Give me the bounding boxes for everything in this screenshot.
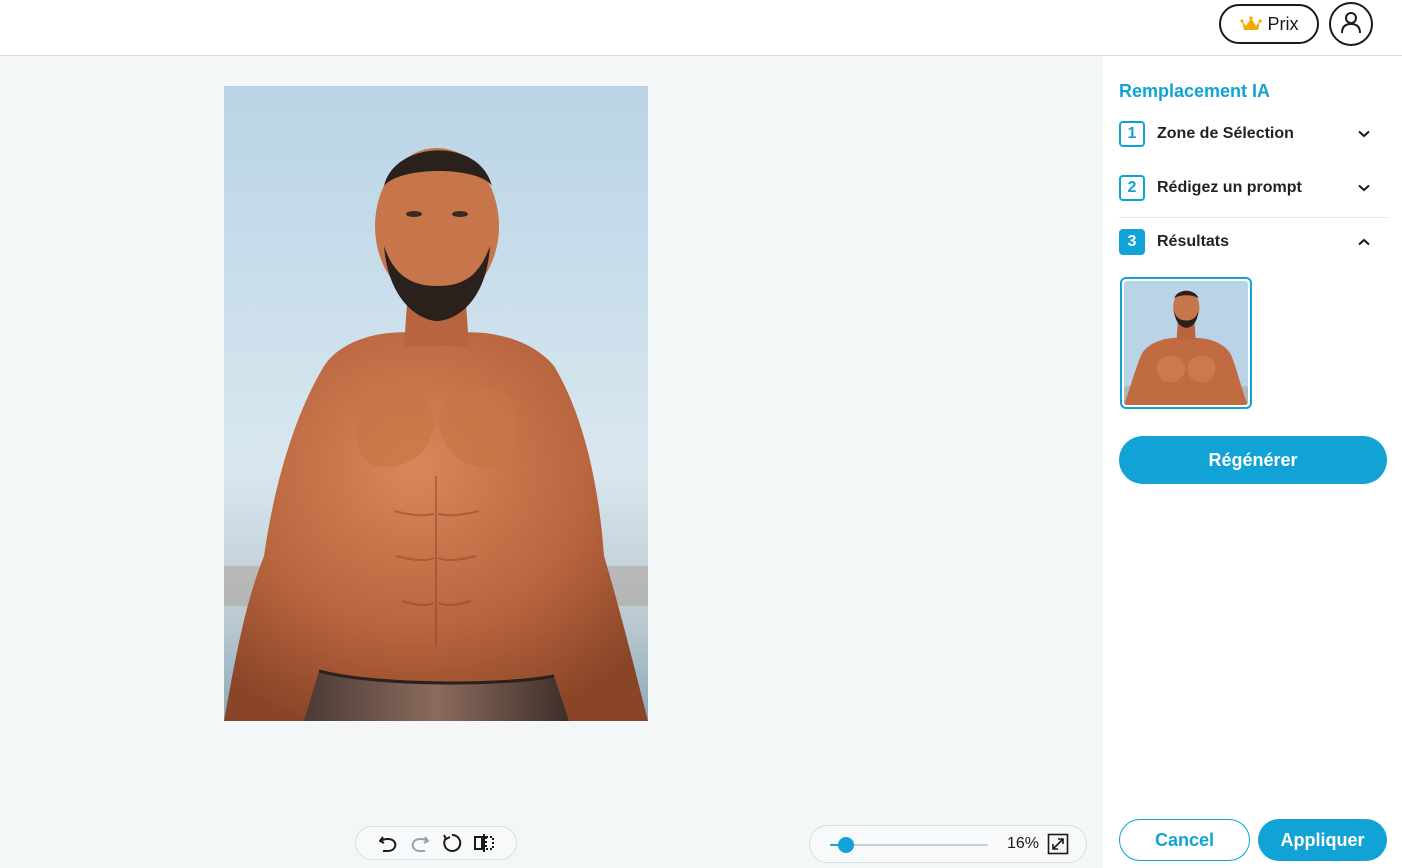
edit-toolbar <box>355 826 517 860</box>
account-button[interactable] <box>1329 2 1373 46</box>
pricing-button[interactable]: Prix <box>1219 4 1319 44</box>
crown-icon <box>1239 16 1262 32</box>
step-label: Résultats <box>1157 233 1230 250</box>
pricing-label: Prix <box>1267 13 1299 34</box>
undo-icon[interactable] <box>377 832 399 854</box>
step-number: 1 <box>1119 121 1145 147</box>
apply-button[interactable]: Appliquer <box>1258 819 1387 861</box>
flip-horizontal-icon[interactable] <box>473 832 495 854</box>
zoom-value: 16% <box>1007 835 1040 852</box>
chevron-down-icon <box>1357 127 1371 141</box>
editor-canvas[interactable]: 16% <box>0 56 1103 868</box>
panel-title: Remplacement IA <box>1119 81 1271 101</box>
redo-icon[interactable] <box>409 832 431 854</box>
user-icon <box>1338 9 1364 40</box>
zoom-control: 16% <box>809 825 1087 863</box>
result-thumbnail[interactable] <box>1120 277 1252 409</box>
zoom-slider-track[interactable] <box>830 837 988 853</box>
step-selection-zone[interactable]: 1 Zone de Sélection <box>1119 120 1371 148</box>
step-label: Rédigez un prompt <box>1157 179 1302 196</box>
ai-replace-panel: Remplacement IA 1 Zone de Sélection 2 Ré… <box>1103 56 1402 868</box>
cancel-button[interactable]: Cancel <box>1119 819 1250 861</box>
expand-icon[interactable] <box>1047 833 1069 855</box>
step-label: Zone de Sélection <box>1157 125 1294 142</box>
step-number: 3 <box>1119 229 1145 255</box>
edited-photo[interactable] <box>224 86 648 721</box>
step-number: 2 <box>1119 175 1145 201</box>
step-results[interactable]: 3 Résultats <box>1119 228 1371 256</box>
chevron-up-icon <box>1357 235 1371 249</box>
reset-icon[interactable] <box>441 832 463 854</box>
step-write-prompt[interactable]: 2 Rédigez un prompt <box>1119 174 1371 202</box>
chevron-down-icon <box>1357 181 1371 195</box>
regenerate-button[interactable]: Régénérer <box>1119 436 1387 484</box>
divider <box>1119 217 1387 218</box>
top-bar: Prix <box>0 0 1402 56</box>
zoom-slider-thumb[interactable] <box>837 837 854 853</box>
